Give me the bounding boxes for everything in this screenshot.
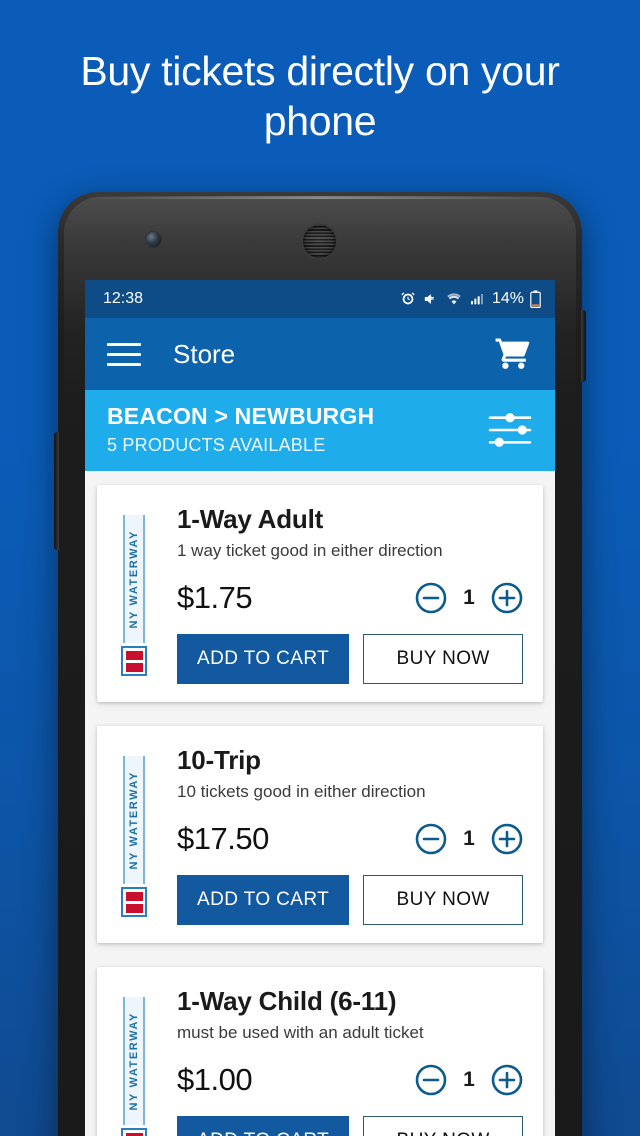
price-and-quantity-row: $17.50 1 (177, 821, 527, 857)
product-description: must be used with an adult ticket (177, 1023, 424, 1042)
product-card[interactable]: NY WATERWAY 1-Way Adult 1 way ticket goo… (97, 485, 543, 702)
buy-now-button[interactable]: BUY NOW (363, 875, 524, 925)
status-time: 12:38 (103, 290, 144, 307)
ny-waterway-emblem-icon (121, 887, 147, 917)
product-actions: ADD TO CART BUY NOW (177, 1116, 527, 1136)
decrease-quantity-button[interactable] (415, 823, 447, 855)
buy-now-button[interactable]: BUY NOW (363, 1116, 524, 1136)
product-info: 1-Way Adult 1 way ticket good in either … (161, 503, 527, 684)
ny-waterway-emblem-icon (121, 1128, 147, 1136)
phone-mockup: 12:38 14% Store BEACON > NEWBURGH 5 PROD… (54, 192, 586, 1136)
battery-percent: 14% (491, 290, 524, 307)
front-camera-icon (146, 232, 161, 247)
product-actions: ADD TO CART BUY NOW (177, 634, 527, 684)
alarm-icon (401, 292, 415, 305)
bezel-highlight (84, 196, 556, 199)
add-to-cart-button[interactable]: ADD TO CART (177, 634, 350, 684)
brand-strip: NY WATERWAY (123, 756, 145, 884)
promo-headline: Buy tickets directly on your phone (80, 48, 560, 144)
quantity-stepper: 1 (415, 1064, 527, 1096)
product-title: 1-Way Adult (177, 504, 324, 534)
product-card[interactable]: NY WATERWAY 1-Way Child (6-11) must be u… (97, 967, 543, 1136)
volume-button[interactable] (54, 432, 59, 550)
brand-strip-label: NY WATERWAY (128, 1011, 140, 1111)
quantity-value: 1 (463, 586, 475, 609)
route-header: BEACON > NEWBURGH 5 PRODUCTS AVAILABLE (85, 390, 555, 471)
add-to-cart-button[interactable]: ADD TO CART (177, 1116, 350, 1136)
status-icons: 14% (400, 290, 541, 308)
app-bar: Store (85, 318, 555, 390)
phone-screen: 12:38 14% Store BEACON > NEWBURGH 5 PROD… (85, 280, 555, 1136)
product-list: NY WATERWAY 1-Way Adult 1 way ticket goo… (85, 471, 555, 1136)
product-card[interactable]: NY WATERWAY 10-Trip 10 tickets good in e… (97, 726, 543, 943)
decrease-quantity-button[interactable] (415, 1064, 447, 1096)
brand-strip-label: NY WATERWAY (128, 529, 140, 629)
wifi-icon (447, 293, 461, 305)
route-header-text: BEACON > NEWBURGH 5 PRODUCTS AVAILABLE (107, 402, 487, 457)
increase-quantity-button[interactable] (491, 582, 523, 614)
product-thumbnail: NY WATERWAY (107, 744, 161, 925)
power-button[interactable] (581, 310, 586, 382)
product-thumbnail: NY WATERWAY (107, 985, 161, 1136)
product-price: $17.50 (177, 821, 269, 856)
price-and-quantity-row: $1.75 1 (177, 580, 527, 616)
volume-mute-icon (424, 294, 434, 304)
product-info: 1-Way Child (6-11) must be used with an … (161, 985, 527, 1136)
product-description: 10 tickets good in either direction (177, 782, 426, 801)
product-title: 1-Way Child (6-11) (177, 986, 397, 1016)
increase-quantity-button[interactable] (491, 1064, 523, 1096)
hamburger-menu-icon[interactable] (107, 342, 141, 366)
brand-strip: NY WATERWAY (123, 997, 145, 1125)
brand-strip: NY WATERWAY (123, 515, 145, 643)
shopping-cart-icon[interactable] (493, 335, 533, 373)
product-title: 10-Trip (177, 745, 261, 775)
price-and-quantity-row: $1.00 1 (177, 1062, 527, 1098)
brand-strip-label: NY WATERWAY (128, 770, 140, 870)
decrease-quantity-button[interactable] (415, 582, 447, 614)
quantity-stepper: 1 (415, 823, 527, 855)
earpiece-speaker-icon (303, 225, 336, 258)
page-title: Store (173, 338, 236, 369)
ny-waterway-emblem-icon (121, 646, 147, 676)
product-info: 10-Trip 10 tickets good in either direct… (161, 744, 527, 925)
filter-sliders-icon[interactable] (487, 410, 533, 450)
battery-icon (530, 290, 541, 308)
add-to-cart-button[interactable]: ADD TO CART (177, 875, 350, 925)
increase-quantity-button[interactable] (491, 823, 523, 855)
quantity-value: 1 (463, 827, 475, 850)
product-actions: ADD TO CART BUY NOW (177, 875, 527, 925)
status-bar: 12:38 14% (85, 280, 555, 318)
products-available-count: 5 PRODUCTS AVAILABLE (107, 435, 326, 455)
product-price: $1.00 (177, 1062, 253, 1097)
route-title: BEACON > NEWBURGH (107, 403, 375, 429)
quantity-stepper: 1 (415, 582, 527, 614)
cellular-signal-icon (470, 294, 483, 305)
product-price: $1.75 (177, 580, 253, 615)
product-thumbnail: NY WATERWAY (107, 503, 161, 684)
buy-now-button[interactable]: BUY NOW (363, 634, 524, 684)
product-description: 1 way ticket good in either direction (177, 541, 443, 560)
quantity-value: 1 (463, 1068, 475, 1091)
